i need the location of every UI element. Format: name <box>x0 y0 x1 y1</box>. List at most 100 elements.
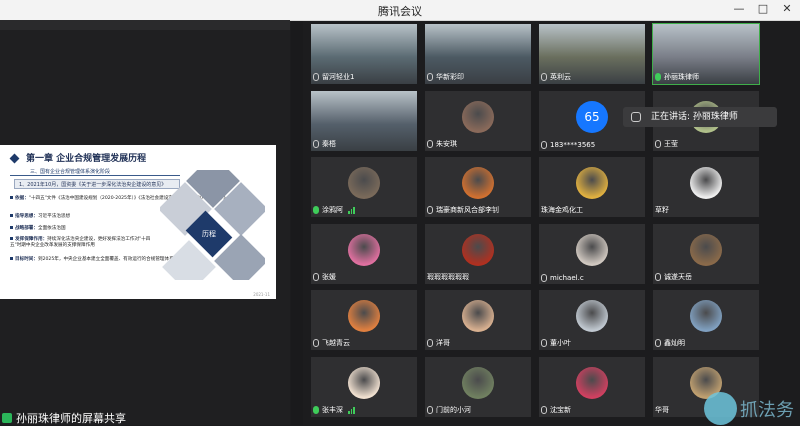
microphone-muted-icon <box>313 339 319 347</box>
participant-tile[interactable]: 董小叶 <box>539 290 645 350</box>
participant-name: 董小叶 <box>550 339 571 347</box>
participant-tile[interactable]: michael.c <box>539 224 645 284</box>
logo-circle-icon <box>704 392 737 425</box>
participant-tile[interactable]: 张丰深 <box>311 357 417 417</box>
participant-name-bar: 183****3565 <box>541 141 595 149</box>
close-button[interactable]: ✕ <box>780 2 794 16</box>
participant-name: 张丰深 <box>322 406 343 414</box>
participant-tile[interactable]: 英利云 <box>539 24 645 84</box>
participant-tile[interactable]: 鑫灿明 <box>653 290 759 350</box>
microphone-muted-icon <box>313 273 319 281</box>
participant-name: 秦梧 <box>322 140 336 148</box>
bullet-icon <box>10 237 13 240</box>
participant-tile[interactable]: 秦梧 <box>311 91 417 151</box>
speaking-text: 正在讲话: 孙丽珠律师 <box>651 112 738 122</box>
microphone-active-icon <box>313 206 319 214</box>
signal-bars-icon <box>348 406 355 414</box>
participant-tile[interactable]: 瑕瑕瑕瑕瑕瑕 <box>425 224 531 284</box>
shared-slide: 第一章 企业合规管理发展历程 三、国有企业合规管理体系演化阶段 1、2021年1… <box>0 145 276 299</box>
participant-tile[interactable]: 草籽 <box>653 157 759 217</box>
participant-tile[interactable]: 飞越青云 <box>311 290 417 350</box>
microphone-muted-icon <box>313 140 319 148</box>
participant-name-bar: 涂鸦阿 <box>313 205 355 215</box>
participant-name: 飞越青云 <box>322 339 350 347</box>
microphone-muted-icon <box>655 339 661 347</box>
pane-divider[interactable] <box>291 21 303 425</box>
slide-row-label: 目标时间： <box>15 257 38 262</box>
participant-name-bar: 洋哥 <box>427 338 450 348</box>
participant-name-bar: 华哥 <box>655 405 669 415</box>
participant-name: 朱安琪 <box>436 140 457 148</box>
participant-avatar <box>348 167 380 199</box>
slide-row-text: 习近平法治思想 <box>37 214 71 219</box>
participant-avatar <box>576 167 608 199</box>
participant-avatar <box>348 300 380 332</box>
slide-row: 指导思想：习近平法治思想 <box>10 213 70 219</box>
slide-row: 发挥保障作用：持续深化法治央企建设，更好发挥法治工作对"十四五"时期中央企业改革… <box>10 237 160 249</box>
participant-name: 留河轻业1 <box>322 73 355 81</box>
slide-divider <box>10 175 180 176</box>
participant-tile[interactable]: 张媛 <box>311 224 417 284</box>
participant-name-bar: 孙丽珠律师 <box>655 72 699 82</box>
participant-name: 华哥 <box>655 406 669 414</box>
participant-name: 张媛 <box>322 273 336 281</box>
minimize-button[interactable]: — <box>732 2 746 16</box>
microphone-active-icon <box>655 73 661 81</box>
participant-name-bar: 瑞豪商新风合部李钊 <box>427 205 499 215</box>
participant-tile[interactable]: 华新彩印 <box>425 24 531 84</box>
microphone-muted-icon <box>427 140 433 148</box>
slide-chapter-title: 第一章 企业合规管理发展历程 <box>26 154 147 164</box>
screen-share-owner: 孙丽珠律师的屏幕共享 <box>16 411 126 425</box>
microphone-muted-icon <box>541 406 547 414</box>
participant-name: 英利云 <box>550 73 571 81</box>
participant-tile[interactable]: 孙丽珠律师 <box>652 23 760 85</box>
microphone-muted-icon <box>313 73 319 81</box>
participant-avatar <box>462 167 494 199</box>
participant-avatar <box>690 167 722 199</box>
slide-footer: 2021-11 <box>253 292 270 297</box>
participant-name-bar: 董小叶 <box>541 338 571 348</box>
participant-tile[interactable]: 沈宝新 <box>539 357 645 417</box>
participant-tile[interactable]: 诚遂天岳 <box>653 224 759 284</box>
participant-name-bar: 留河轻业1 <box>313 72 354 82</box>
participant-name: 珠海金鸡化工 <box>541 206 583 214</box>
participant-name: 涂鸦阿 <box>322 206 343 214</box>
participant-tile[interactable]: 朱安琪 <box>425 91 531 151</box>
bullet-icon <box>10 257 13 260</box>
participant-avatar <box>462 367 494 399</box>
speaking-indicator: 正在讲话: 孙丽珠律师 <box>623 107 777 127</box>
participant-name: 门前的小河 <box>436 406 471 414</box>
participant-avatar <box>576 367 608 399</box>
participant-tile[interactable]: 门前的小河 <box>425 357 531 417</box>
participant-name: 瑞豪商新风合部李钊 <box>436 206 499 214</box>
participant-name: 沈宝新 <box>550 406 571 414</box>
slide-row-label: 战略部署： <box>15 226 38 231</box>
participant-name-bar: 珠海金鸡化工 <box>541 205 583 215</box>
participant-tile[interactable]: 洋哥 <box>425 290 531 350</box>
watermark-logo: 抓法务 <box>704 392 799 425</box>
participant-name: 183****3565 <box>550 141 596 149</box>
bullet-icon <box>10 226 13 229</box>
participant-name-bar: 秦梧 <box>313 139 336 149</box>
maximize-button[interactable]: □ <box>756 2 770 16</box>
screen-share-label: 孙丽珠律师的屏幕共享 <box>0 410 126 425</box>
participant-tile[interactable]: 留河轻业1 <box>311 24 417 84</box>
participant-name-bar: michael.c <box>541 274 584 282</box>
participant-name: 华新彩印 <box>436 73 464 81</box>
participant-tile[interactable]: 涂鸦阿 <box>311 157 417 217</box>
participant-name-bar: 沈宝新 <box>541 405 571 415</box>
slide-row-text: 全面依法治国 <box>37 226 66 231</box>
participant-name-bar: 朱安琪 <box>427 139 457 149</box>
slide-row-text: 到2025年，中央企业基本建立全面覆盖、有效运行的合规管理体系 <box>37 257 174 262</box>
participant-name: 鑫灿明 <box>664 339 685 347</box>
microphone-muted-icon <box>541 339 547 347</box>
participant-name-bar: 飞越青云 <box>313 338 350 348</box>
participant-tile[interactable]: 珠海金鸡化工 <box>539 157 645 217</box>
participant-name-bar: 王莹 <box>655 139 678 149</box>
slide-section-title: 三、国有企业合规管理体系演化阶段 <box>30 169 111 175</box>
participant-name: 瑕瑕瑕瑕瑕瑕 <box>427 273 469 281</box>
participant-name: 王莹 <box>664 140 678 148</box>
microphone-muted-icon <box>541 73 547 81</box>
participant-tile[interactable]: 瑞豪商新风合部李钊 <box>425 157 531 217</box>
microphone-muted-icon <box>655 140 661 148</box>
